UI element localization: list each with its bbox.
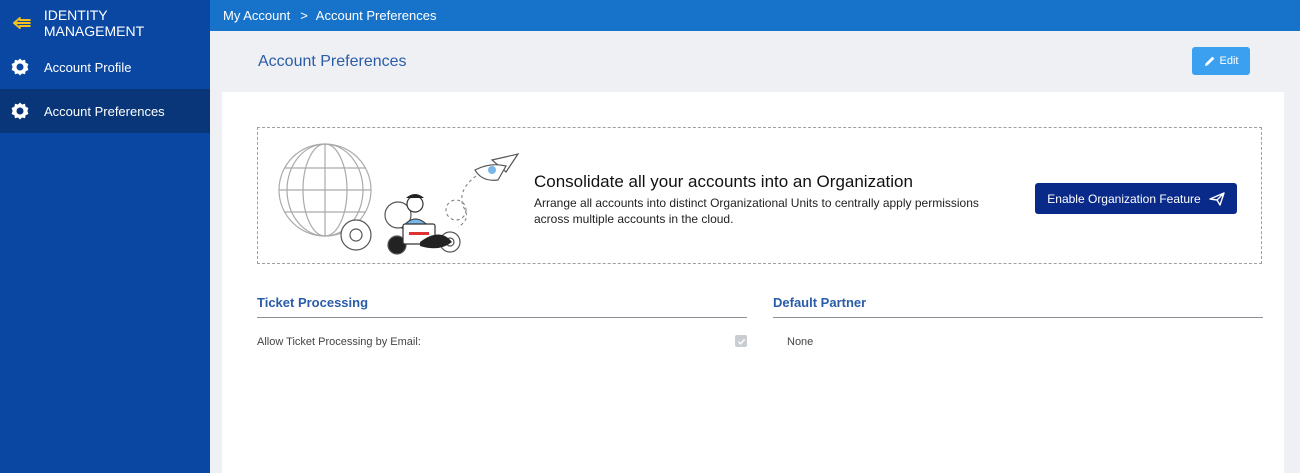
breadcrumb-separator: >: [300, 8, 308, 23]
breadcrumb-my-account[interactable]: My Account: [223, 8, 290, 23]
enable-organization-button[interactable]: Enable Organization Feature: [1035, 183, 1237, 214]
edit-button[interactable]: Edit: [1192, 47, 1250, 75]
pencil-icon: [1204, 56, 1214, 66]
ticket-processing-divider: [257, 317, 747, 318]
paper-plane-icon: [1209, 191, 1225, 206]
default-partner-value: None: [787, 336, 814, 348]
organization-banner: Consolidate all your accounts into an Or…: [257, 127, 1262, 264]
sidebar-item-label: Account Preferences: [44, 103, 165, 119]
sidebar-item-account-profile[interactable]: Account Profile: [0, 45, 210, 89]
default-partner-divider: [773, 317, 1263, 318]
banner-description: Arrange all accounts into distinct Organ…: [534, 196, 979, 226]
breadcrumb-current: Account Preferences: [315, 8, 437, 23]
ticket-processing-checkbox[interactable]: [735, 335, 747, 347]
sidebar-header: IDENTITY MANAGEMENT: [0, 0, 210, 45]
edit-button-label: Edit: [1219, 55, 1239, 67]
banner-title: Consolidate all your accounts into an Or…: [534, 172, 913, 191]
sidebar-item-label: Account Profile: [44, 59, 132, 75]
page-header: Account Preferences Edit: [222, 31, 1284, 92]
gear-icon: [11, 58, 29, 76]
right-gutter: [1284, 31, 1300, 473]
enable-organization-label: Enable Organization Feature: [1047, 191, 1201, 206]
organization-illustration: [278, 143, 520, 255]
back-arrow-icon[interactable]: [12, 16, 32, 30]
page-title: Account Preferences: [258, 53, 407, 70]
ticket-processing-title: Ticket Processing: [257, 295, 369, 310]
breadcrumb: My Account > Account Preferences: [210, 0, 1300, 31]
sidebar: IDENTITY MANAGEMENT Account Profile Acco…: [0, 0, 210, 473]
sidebar-item-account-preferences[interactable]: Account Preferences: [0, 89, 210, 133]
ticket-processing-label: Allow Ticket Processing by Email:: [257, 336, 421, 348]
sidebar-title: IDENTITY MANAGEMENT: [43, 6, 145, 39]
gear-icon: [11, 102, 29, 120]
preferences-panel: Consolidate all your accounts into an Or…: [222, 92, 1284, 473]
checkmark-icon: [737, 338, 745, 345]
default-partner-title: Default Partner: [773, 295, 867, 310]
